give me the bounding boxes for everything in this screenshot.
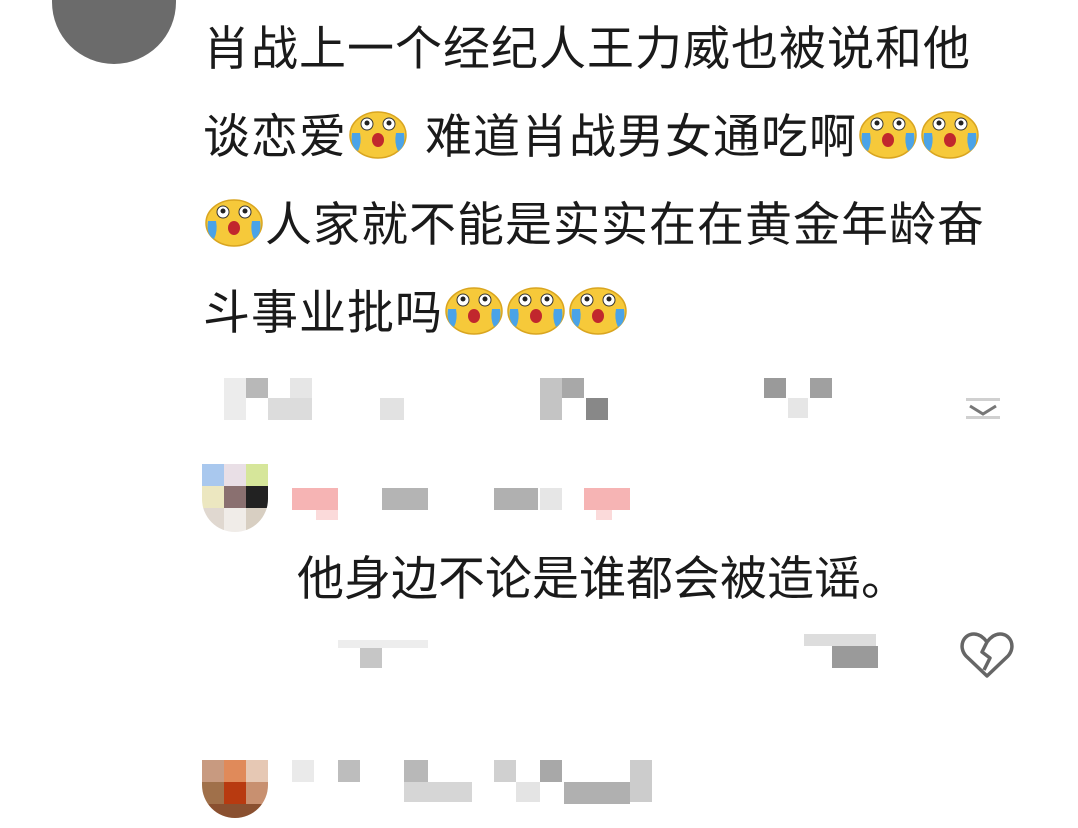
- next-reply-avatar[interactable]: [202, 760, 268, 818]
- comment-line-1: 肖战上一个经纪人王力威也被说和他: [203, 22, 971, 77]
- reply-text: 他身边不论是谁都会被造谣。: [297, 552, 908, 607]
- crying-laughing-emoji-icon: [858, 107, 918, 159]
- comment-line-2-part-a: 谈恋爱: [203, 110, 347, 165]
- broken-heart-icon[interactable]: [960, 630, 1014, 680]
- comment-line-2-part-b: 难道肖战男女通吃啊: [409, 110, 857, 165]
- crying-laughing-emoji-icon: [204, 195, 264, 247]
- crying-laughing-emoji-icon: [920, 107, 980, 159]
- crying-laughing-emoji-icon: [444, 283, 504, 335]
- comment-line-3-text: 人家就不能是实实在在黄金年龄奋: [265, 198, 985, 253]
- chevron-down-icon[interactable]: [966, 398, 1000, 420]
- crying-laughing-emoji-icon: [506, 283, 566, 335]
- crying-laughing-emoji-icon: [348, 107, 408, 159]
- comment-line-4-text: 斗事业批吗: [203, 286, 443, 341]
- comment-line-4: 斗事业批吗: [203, 270, 629, 358]
- comment-line-3: 人家就不能是实实在在黄金年龄奋: [203, 182, 985, 270]
- commenter-avatar[interactable]: [52, 0, 176, 64]
- reply-avatar[interactable]: [202, 464, 268, 532]
- comment-line-2: 谈恋爱 难道肖战男女通吃啊: [203, 94, 981, 182]
- crying-laughing-emoji-icon: [568, 283, 628, 335]
